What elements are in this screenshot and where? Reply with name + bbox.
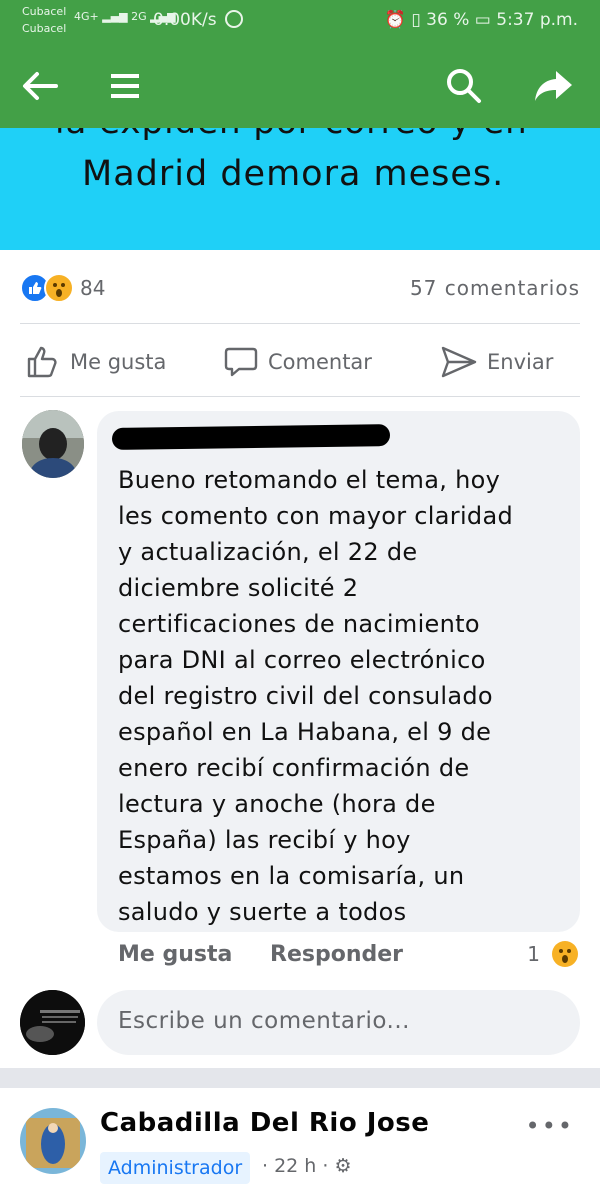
network-type-2: 2G [131,10,147,23]
carrier-labels: Cubacel Cubacel [22,3,66,37]
menu-button[interactable] [99,60,151,112]
reaction-count: 84 [80,276,106,300]
arrow-left-icon [23,72,58,100]
post-banner: la expiden por correo y en Madrid demora… [0,128,600,250]
vibrate-icon: ▯ [411,10,421,30]
banner-text-line-1: la expiden por correo y en [55,128,528,142]
comment-text: Bueno retomando el tema, hoy les comento… [118,466,513,926]
comment-reply-button[interactable]: Responder [270,942,403,967]
audience-icon: ⚙ [334,1155,352,1177]
send-icon [441,346,477,378]
clock: 5:37 p.m. [496,10,578,30]
like-label: Me gusta [70,350,167,374]
reaction-summary[interactable]: 84 57 comentarios [20,273,580,303]
more-options-button[interactable]: ••• [526,1112,574,1140]
network-type-1: 4G+ [74,10,99,23]
post-time: · 22 h · [262,1155,329,1177]
wow-reaction-icon [552,941,578,967]
commenter-avatar[interactable] [22,410,84,478]
comment-count-link[interactable]: 57 comentarios [410,276,580,300]
post-author-name[interactable]: Cabadilla Del Rio Jose [100,1108,429,1138]
status-bar: Cubacel Cubacel 4G+ ▂▄▆ 2G ▂▄▆ 0.00K/s ⏰… [0,0,600,46]
app-bar [0,46,600,128]
send-label: Enviar [487,350,554,374]
comment-label: Comentar [268,350,372,374]
post-meta: · 22 h · ⚙ [262,1155,352,1177]
comment-reaction-count: 1 [527,942,540,966]
comment-button[interactable]: Comentar [224,340,372,384]
divider [20,323,580,324]
divider [20,396,580,397]
carrier-2: Cubacel [22,22,67,35]
share-button[interactable] [528,60,580,112]
comment-bubble-icon [224,347,258,377]
signal-icon: ▂▄▆ [102,10,128,23]
share-arrow-icon [535,71,572,101]
search-button[interactable] [438,60,490,112]
network-speed: 0.00K/s [153,10,243,30]
section-separator [0,1068,600,1088]
like-button[interactable]: Me gusta [26,340,166,384]
battery-icon: ▭ [474,10,491,30]
redacted-name [111,424,391,450]
my-avatar[interactable] [20,990,85,1055]
hamburger-icon [111,74,139,98]
banner-text-line-2: Madrid demora meses. [82,154,505,194]
alarm-icon: ⏰ [384,10,406,30]
sync-icon [224,10,243,28]
carrier-1: Cubacel [22,5,67,18]
send-button[interactable]: Enviar [441,340,553,384]
admin-badge: Administrador [100,1152,251,1184]
comment-input-placeholder: Escribe un comentario... [118,1008,410,1034]
post-actions: Me gusta Comentar Enviar [0,336,600,388]
back-button[interactable] [14,60,66,112]
comment-like-button[interactable]: Me gusta [118,942,232,967]
search-icon [447,69,481,103]
author-avatar[interactable] [20,1108,86,1174]
comment-actions: Me gusta Responder [118,942,433,967]
wow-reaction-icon [44,273,74,303]
thumbs-up-icon [27,346,57,378]
comment-reactions[interactable]: 1 [527,941,578,967]
status-right: ⏰ ▯ 36 % ▭ 5:37 p.m. [385,10,578,30]
battery-percent: 36 % [426,10,470,30]
